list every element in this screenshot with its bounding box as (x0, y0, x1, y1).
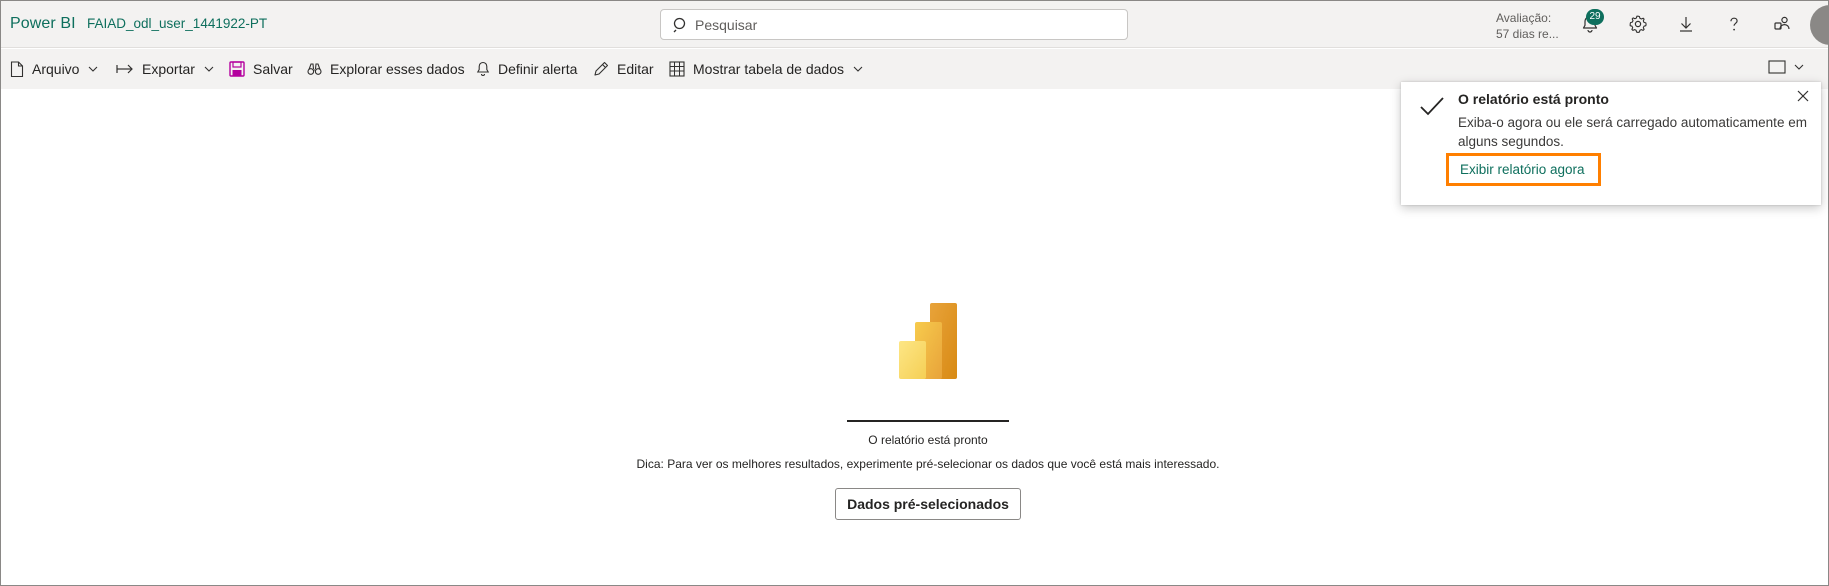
export-arrow-icon (116, 64, 133, 74)
table-icon (669, 61, 685, 77)
loading-status-text: O relatório está pronto (868, 433, 988, 447)
checkmark-icon (1420, 97, 1444, 116)
search-input[interactable] (695, 10, 1115, 39)
chevron-down-icon (853, 66, 863, 72)
file-menu[interactable]: Arquivo (10, 49, 98, 89)
power-bi-logo-icon (899, 303, 957, 379)
save-label: Salvar (253, 61, 293, 77)
notification-count-badge: 29 (1586, 9, 1604, 25)
document-icon (10, 60, 24, 77)
trial-label: Avaliação: (1496, 11, 1552, 25)
bell-icon (476, 61, 490, 76)
edit-label: Editar (617, 61, 654, 77)
help-icon[interactable] (1724, 14, 1744, 34)
power-bi-logo-text[interactable]: Power BI (10, 15, 76, 33)
chevron-down-icon (1794, 64, 1804, 70)
report-ready-toast: O relatório está pronto Exiba-o agora ou… (1401, 82, 1821, 205)
chevron-down-icon (204, 66, 214, 72)
view-window-icon (1768, 60, 1786, 74)
explore-data-button[interactable]: Explorar esses dados (307, 49, 465, 89)
edit-button[interactable]: Editar (593, 49, 654, 89)
show-table-label: Mostrar tabela de dados (693, 61, 844, 77)
search-icon (673, 17, 686, 33)
alert-label: Definir alerta (498, 61, 578, 77)
view-report-now-link[interactable]: Exibir relatório agora (1460, 162, 1585, 177)
highlight-box: Exibir relatório agora (1446, 153, 1601, 186)
trial-days: 57 dias re... (1496, 27, 1559, 41)
export-label: Exportar (142, 61, 195, 77)
save-disk-icon (229, 61, 245, 77)
file-label: Arquivo (32, 61, 80, 77)
explore-label: Explorar esses dados (330, 61, 465, 77)
app-header: Power BI FAIAD_odl_user_1441922-PT Avali… (1, 1, 1829, 48)
set-alert-button[interactable]: Definir alerta (476, 49, 577, 89)
workspace-name[interactable]: FAIAD_odl_user_1441922-PT (87, 16, 267, 31)
download-icon[interactable] (1676, 14, 1696, 34)
loading-tip-text: Dica: Para ver os melhores resultados, e… (636, 457, 1220, 471)
search-box[interactable] (660, 9, 1128, 40)
settings-gear-icon[interactable] (1628, 14, 1648, 34)
close-icon[interactable] (1796, 89, 1810, 103)
toast-message: Exiba-o agora ou ele será carregado auto… (1458, 115, 1807, 149)
user-avatar[interactable] (1810, 5, 1829, 45)
preselected-data-button[interactable]: Dados pré-selecionados (835, 488, 1021, 520)
export-menu[interactable]: Exportar (116, 49, 214, 89)
chevron-down-icon (89, 66, 98, 72)
show-data-table-menu[interactable]: Mostrar tabela de dados (669, 49, 863, 89)
loading-progress-bar (847, 420, 1009, 422)
share-people-icon[interactable] (1772, 14, 1792, 34)
toast-title: O relatório está pronto (1458, 91, 1609, 107)
save-button[interactable]: Salvar (229, 49, 293, 89)
binoculars-icon (307, 63, 322, 75)
pencil-icon (594, 61, 609, 76)
view-mode-menu[interactable] (1768, 60, 1804, 74)
trial-status[interactable]: Avaliação: 57 dias re... (1496, 10, 1559, 42)
